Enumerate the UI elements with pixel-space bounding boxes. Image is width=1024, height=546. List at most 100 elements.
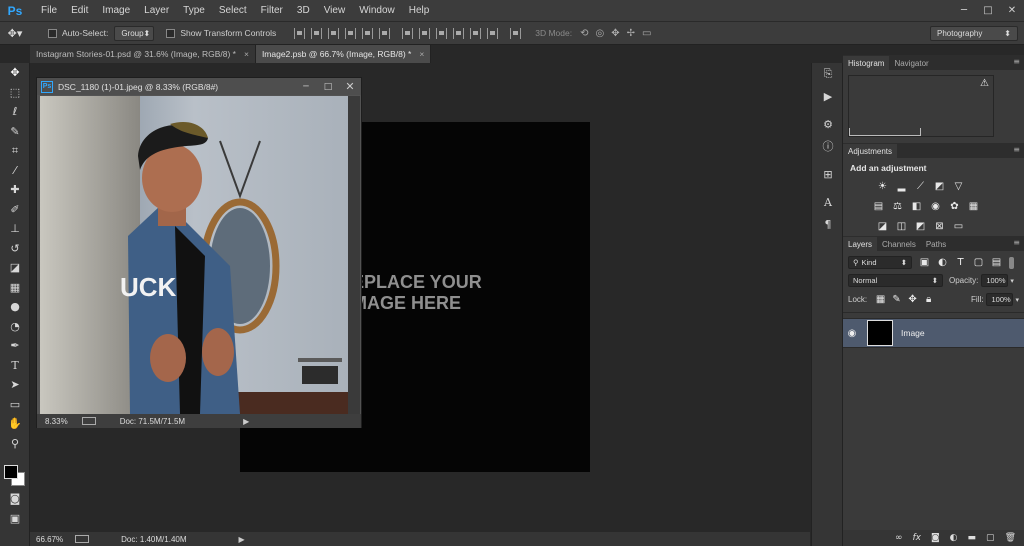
- add-mask-icon[interactable]: ◙: [931, 533, 940, 543]
- fill-field[interactable]: 100%: [986, 293, 1014, 306]
- menu-window[interactable]: Window: [352, 0, 402, 21]
- fill-slider-icon[interactable]: ▾: [1015, 296, 1019, 304]
- hand-tool-icon[interactable]: ✋: [0, 414, 30, 434]
- gradient-map-icon[interactable]: ▭: [953, 221, 964, 232]
- zoom-value[interactable]: 66.67%: [36, 535, 63, 544]
- rectangle-tool-icon[interactable]: ▭: [0, 395, 30, 415]
- clone-stamp-icon[interactable]: ⊥: [0, 219, 30, 239]
- menu-file[interactable]: File: [34, 0, 64, 21]
- transform-controls-checkbox[interactable]: [166, 28, 176, 38]
- photo-preview[interactable]: UCK: [40, 96, 348, 414]
- shape-filter-icon[interactable]: ▢: [973, 257, 984, 268]
- eyedropper-tool-icon[interactable]: ⁄: [0, 161, 30, 181]
- hue-saturation-icon[interactable]: ▤: [873, 201, 884, 212]
- lock-pixels-icon[interactable]: ✎: [891, 294, 902, 305]
- export-icon[interactable]: [75, 535, 90, 543]
- lasso-tool-icon[interactable]: ℓ: [0, 102, 30, 122]
- type-tool-icon[interactable]: T: [0, 356, 30, 376]
- menu-help[interactable]: Help: [402, 0, 437, 21]
- adjustment-filter-icon[interactable]: ◐: [937, 257, 948, 268]
- maximize-button[interactable]: □: [976, 0, 1000, 21]
- marquee-tool-icon[interactable]: ⬚: [0, 83, 30, 103]
- menu-filter[interactable]: Filter: [254, 0, 290, 21]
- eraser-tool-icon[interactable]: ◪: [0, 258, 30, 278]
- screen-mode-icon[interactable]: ▣: [0, 509, 30, 529]
- color-swatches[interactable]: [0, 453, 30, 489]
- threshold-icon[interactable]: ◩: [915, 221, 926, 232]
- export-icon[interactable]: [81, 417, 96, 425]
- crop-tool-icon[interactable]: ⌗: [0, 141, 30, 161]
- menu-type[interactable]: Type: [176, 0, 212, 21]
- menu-image[interactable]: Image: [95, 0, 137, 21]
- layer-kind-dropdown[interactable]: ⚲ Kind ⬍: [848, 256, 912, 269]
- tab-layers[interactable]: Layers: [843, 237, 878, 251]
- slide-icon[interactable]: ✢: [627, 28, 635, 39]
- history-icon[interactable]: ⎘: [812, 63, 844, 85]
- panel-menu-icon[interactable]: ≡: [1013, 238, 1020, 247]
- layer-name[interactable]: Image: [901, 328, 925, 338]
- tab-channels[interactable]: Channels: [877, 237, 921, 251]
- vibrance-icon[interactable]: ▽: [953, 181, 964, 192]
- align-left-icon[interactable]: [345, 27, 357, 39]
- quick-select-tool-icon[interactable]: ✎: [0, 122, 30, 142]
- healing-brush-icon[interactable]: ✚: [0, 180, 30, 200]
- zoom-tool-icon[interactable]: ⚲: [0, 434, 30, 454]
- vertical-scrollbar[interactable]: [348, 96, 360, 414]
- menu-3d[interactable]: 3D: [290, 0, 317, 21]
- tab-image2[interactable]: Image2.psb @ 66.7% (Image, RGB/8) * ×: [255, 45, 432, 63]
- actions-play-icon[interactable]: ▶: [812, 85, 844, 107]
- minimize-button[interactable]: ─: [952, 0, 976, 21]
- lock-position-icon[interactable]: ✥: [907, 294, 918, 305]
- brush-presets-icon[interactable]: ⚙: [812, 113, 844, 135]
- panel-menu-icon[interactable]: ≡: [1013, 57, 1020, 66]
- pen-tool-icon[interactable]: ✒: [0, 336, 30, 356]
- auto-select-dropdown[interactable]: Group ⬍: [114, 25, 155, 41]
- status-menu-arrow-icon[interactable]: ▶: [243, 417, 249, 426]
- menu-select[interactable]: Select: [212, 0, 254, 21]
- close-icon[interactable]: ×: [419, 49, 424, 59]
- auto-select-checkbox[interactable]: [48, 28, 57, 38]
- distribute-vcenter-icon[interactable]: [419, 27, 431, 39]
- close-icon[interactable]: ×: [244, 49, 249, 59]
- pixel-filter-icon[interactable]: ▣: [919, 257, 930, 268]
- panel-menu-icon[interactable]: ≡: [1013, 145, 1020, 154]
- distribute-bottom-icon[interactable]: [436, 27, 448, 39]
- link-layers-icon[interactable]: ∞: [895, 533, 903, 543]
- move-tool-preset-icon[interactable]: ✥▾: [0, 27, 30, 40]
- maximize-icon[interactable]: □: [317, 78, 339, 95]
- roll-icon[interactable]: ◎: [595, 28, 604, 39]
- distribute-left-icon[interactable]: [453, 27, 465, 39]
- align-hcenter-icon[interactable]: [362, 27, 374, 39]
- align-right-icon[interactable]: [379, 27, 391, 39]
- menu-edit[interactable]: Edit: [64, 0, 95, 21]
- floating-zoom-value[interactable]: 8.33%: [45, 417, 68, 426]
- distribute-top-icon[interactable]: [402, 27, 414, 39]
- path-select-icon[interactable]: ➤: [0, 375, 30, 395]
- invert-icon[interactable]: ◪: [877, 221, 888, 232]
- selective-color-icon[interactable]: ⊠: [934, 221, 945, 232]
- exposure-icon[interactable]: ◩: [934, 181, 945, 192]
- tab-instagram-stories[interactable]: Instagram Stories-01.psd @ 31.6% (Image,…: [30, 45, 256, 63]
- trash-icon[interactable]: 🗑︎: [1005, 533, 1016, 543]
- new-group-icon[interactable]: ▬: [968, 533, 977, 543]
- posterize-icon[interactable]: ◫: [896, 221, 907, 232]
- align-top-icon[interactable]: [294, 27, 306, 39]
- gradient-tool-icon[interactable]: ▦: [0, 278, 30, 298]
- info-icon[interactable]: ⓘ: [812, 135, 844, 157]
- close-icon[interactable]: ✕: [339, 78, 361, 95]
- orbit-icon[interactable]: ⟲: [580, 28, 588, 39]
- menu-layer[interactable]: Layer: [137, 0, 176, 21]
- black-white-icon[interactable]: ◧: [911, 201, 922, 212]
- smart-object-filter-icon[interactable]: ▤: [991, 257, 1002, 268]
- lock-all-icon[interactable]: 🔒︎: [923, 294, 934, 305]
- levels-icon[interactable]: ▂: [896, 181, 907, 192]
- paragraph-icon[interactable]: ¶: [812, 213, 844, 235]
- distribute-right-icon[interactable]: [487, 27, 499, 39]
- brush-tool-icon[interactable]: ✐: [0, 200, 30, 220]
- quick-mask-icon[interactable]: ◙: [0, 489, 30, 509]
- visibility-eye-icon[interactable]: ◉: [843, 328, 861, 339]
- workspace-dropdown[interactable]: Photography ⬍: [930, 26, 1018, 41]
- lock-transparent-icon[interactable]: ▦: [875, 294, 886, 305]
- new-adjustment-icon[interactable]: ◐: [950, 533, 958, 543]
- move-tool-icon[interactable]: ✥: [0, 63, 30, 83]
